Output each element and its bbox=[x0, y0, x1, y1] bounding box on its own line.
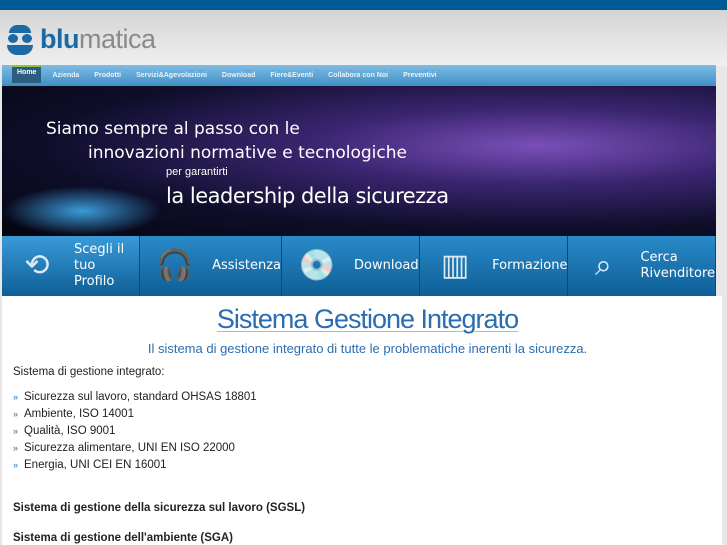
list-item: » Ambiente, ISO 14001 bbox=[13, 408, 134, 420]
quick-link-assistenza[interactable]: 🎧 Assistenza bbox=[140, 236, 283, 296]
section-heading-sgsl: Sistema di gestione della sicurezza sul … bbox=[13, 502, 306, 514]
profile-icon: ⟲ bbox=[24, 248, 50, 284]
page-title: Sistema Gestione Integrato bbox=[216, 304, 519, 334]
nav-prodotti[interactable]: Prodotti bbox=[94, 72, 121, 79]
logo-text-blu: blu bbox=[40, 24, 80, 54]
headset-icon: 🎧 bbox=[156, 248, 194, 284]
top-bar bbox=[0, 0, 727, 10]
quick-link-rivenditore[interactable]: ⌕ Cerca Rivenditore bbox=[568, 236, 716, 296]
intro-text: Sistema di gestione integrato: bbox=[13, 366, 165, 378]
banner-line-3: per garantirti bbox=[166, 166, 228, 178]
nav-download[interactable]: Download bbox=[222, 72, 255, 79]
logo[interactable]: blumatica bbox=[6, 24, 156, 55]
quick-link-download[interactable]: 💿 Download bbox=[282, 236, 421, 296]
list-item: » Sicurezza alimentare, UNI EN ISO 22000 bbox=[13, 442, 235, 454]
nav-servizi[interactable]: Servizi&Agevolazioni bbox=[136, 72, 207, 79]
list-item: » Energia, UNI CEI EN 16001 bbox=[13, 459, 167, 471]
nav-azienda[interactable]: Azienda bbox=[52, 72, 79, 79]
page-subtitle: Il sistema di gestione integrato di tutt… bbox=[147, 341, 588, 356]
hero-banner: Siamo sempre al passo con le innovazioni… bbox=[2, 86, 716, 236]
nav-preventivi[interactable]: Preventivi bbox=[403, 72, 436, 79]
header: blumatica bbox=[0, 10, 727, 66]
nav-collabora[interactable]: Collabora con Noi bbox=[328, 72, 388, 79]
download-box-icon: 💿 bbox=[298, 248, 336, 284]
banner-line-1: Siamo sempre al passo con le bbox=[46, 119, 300, 139]
nav-fiere-eventi[interactable]: Fiere&Eventi bbox=[270, 72, 313, 79]
search-map-icon: ⌕ bbox=[595, 248, 612, 284]
main-nav: Home Azienda Prodotti Servizi&Agevolazio… bbox=[2, 64, 716, 86]
nav-home[interactable]: Home bbox=[12, 64, 42, 83]
logo-text-matica: matica bbox=[79, 24, 156, 54]
system-list: » Sicurezza sul lavoro, standard OHSAS 18… bbox=[13, 391, 722, 476]
list-item: » Qualità, ISO 9001 bbox=[13, 425, 116, 437]
quick-link-formazione[interactable]: ▥ Formazione bbox=[420, 236, 569, 296]
section-heading-sga: Sistema di gestione dell'ambiente (SGA) bbox=[13, 532, 234, 544]
main-content: Sistema Gestione Integrato Il sistema di… bbox=[2, 296, 722, 545]
quick-link-profilo[interactable]: ⟲ Scegli il tuo Profilo bbox=[2, 236, 141, 296]
quick-links: ⟲ Scegli il tuo Profilo 🎧 Assistenza 💿 Downl… bbox=[2, 236, 716, 296]
list-item: » Sicurezza sul lavoro, standard OHSAS 18… bbox=[13, 391, 257, 403]
blackboard-icon: ▥ bbox=[440, 248, 470, 284]
banner-line-4: la leadership della sicurezza bbox=[166, 184, 449, 208]
banner-line-2: innovazioni normative e tecnologiche bbox=[88, 143, 407, 163]
logo-icon bbox=[6, 24, 34, 55]
